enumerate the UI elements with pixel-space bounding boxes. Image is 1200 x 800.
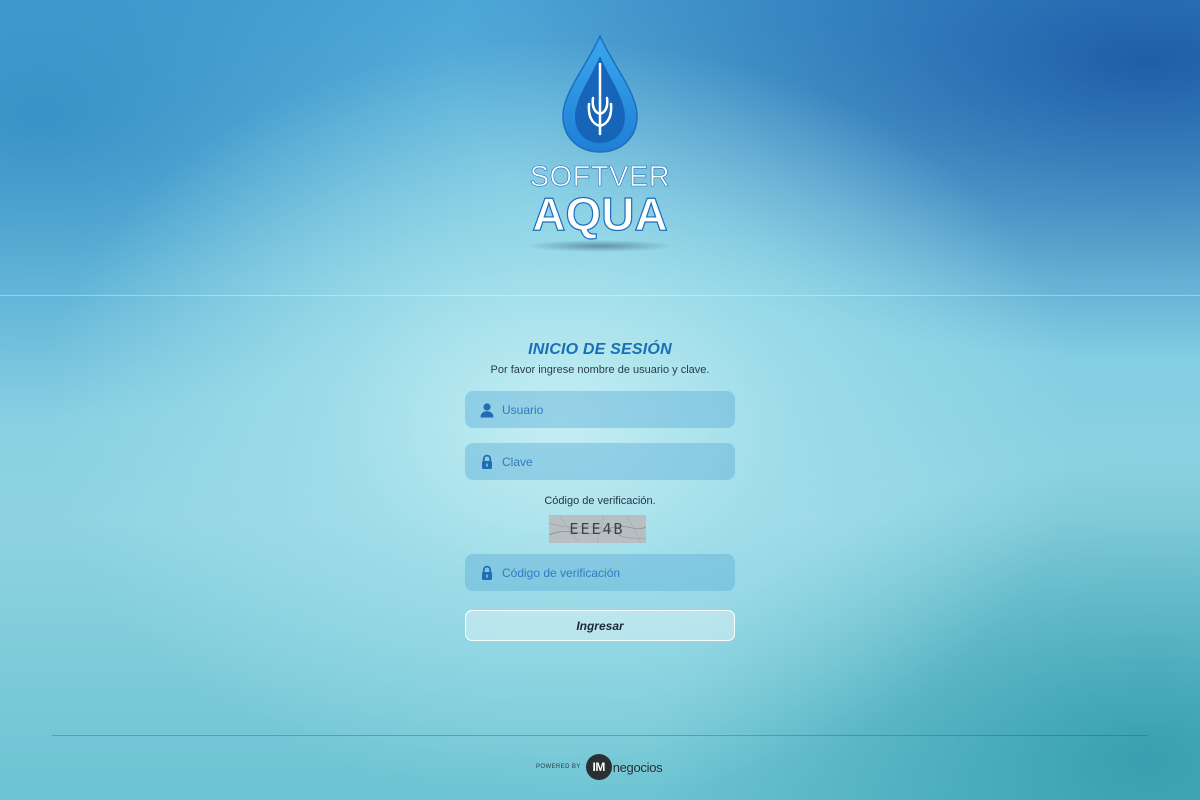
password-input[interactable] (502, 446, 722, 477)
lock-icon (479, 454, 495, 470)
captcha-text: EEE4B (569, 520, 624, 538)
powered-by-label: POWERED BY (536, 764, 581, 770)
login-subtitle: Por favor ingrese nombre de usuario y cl… (490, 364, 710, 376)
captcha-field[interactable] (465, 554, 735, 591)
logo-shadow (526, 240, 674, 252)
captcha-label: Código de verificación. (544, 495, 656, 507)
submit-button[interactable]: Ingresar (465, 610, 735, 641)
bottom-divider (52, 735, 1148, 736)
username-field[interactable] (465, 391, 735, 428)
im-logo-text: IM (592, 760, 606, 774)
water-drop-icon (562, 34, 638, 153)
login-form: INICIO DE SESIÓN Por favor ingrese nombr… (465, 340, 735, 641)
password-field[interactable] (465, 443, 735, 480)
im-logo-icon: IM (585, 754, 612, 780)
captcha-input[interactable] (502, 557, 722, 588)
company-name: negocios (612, 759, 663, 775)
footer: POWERED BY IM negocios (536, 752, 676, 782)
logo-graphic: SOFTVER AQUA (526, 34, 674, 252)
username-input[interactable] (502, 394, 722, 425)
login-title: INICIO DE SESIÓN (528, 341, 672, 358)
top-divider (0, 295, 1200, 296)
captcha-image: EEE4B (549, 515, 646, 543)
user-icon (479, 402, 495, 418)
softver-aqua-logo: SOFTVER AQUA (518, 34, 682, 256)
brand-line2: AQUA (532, 188, 667, 240)
lock-icon (479, 565, 495, 581)
